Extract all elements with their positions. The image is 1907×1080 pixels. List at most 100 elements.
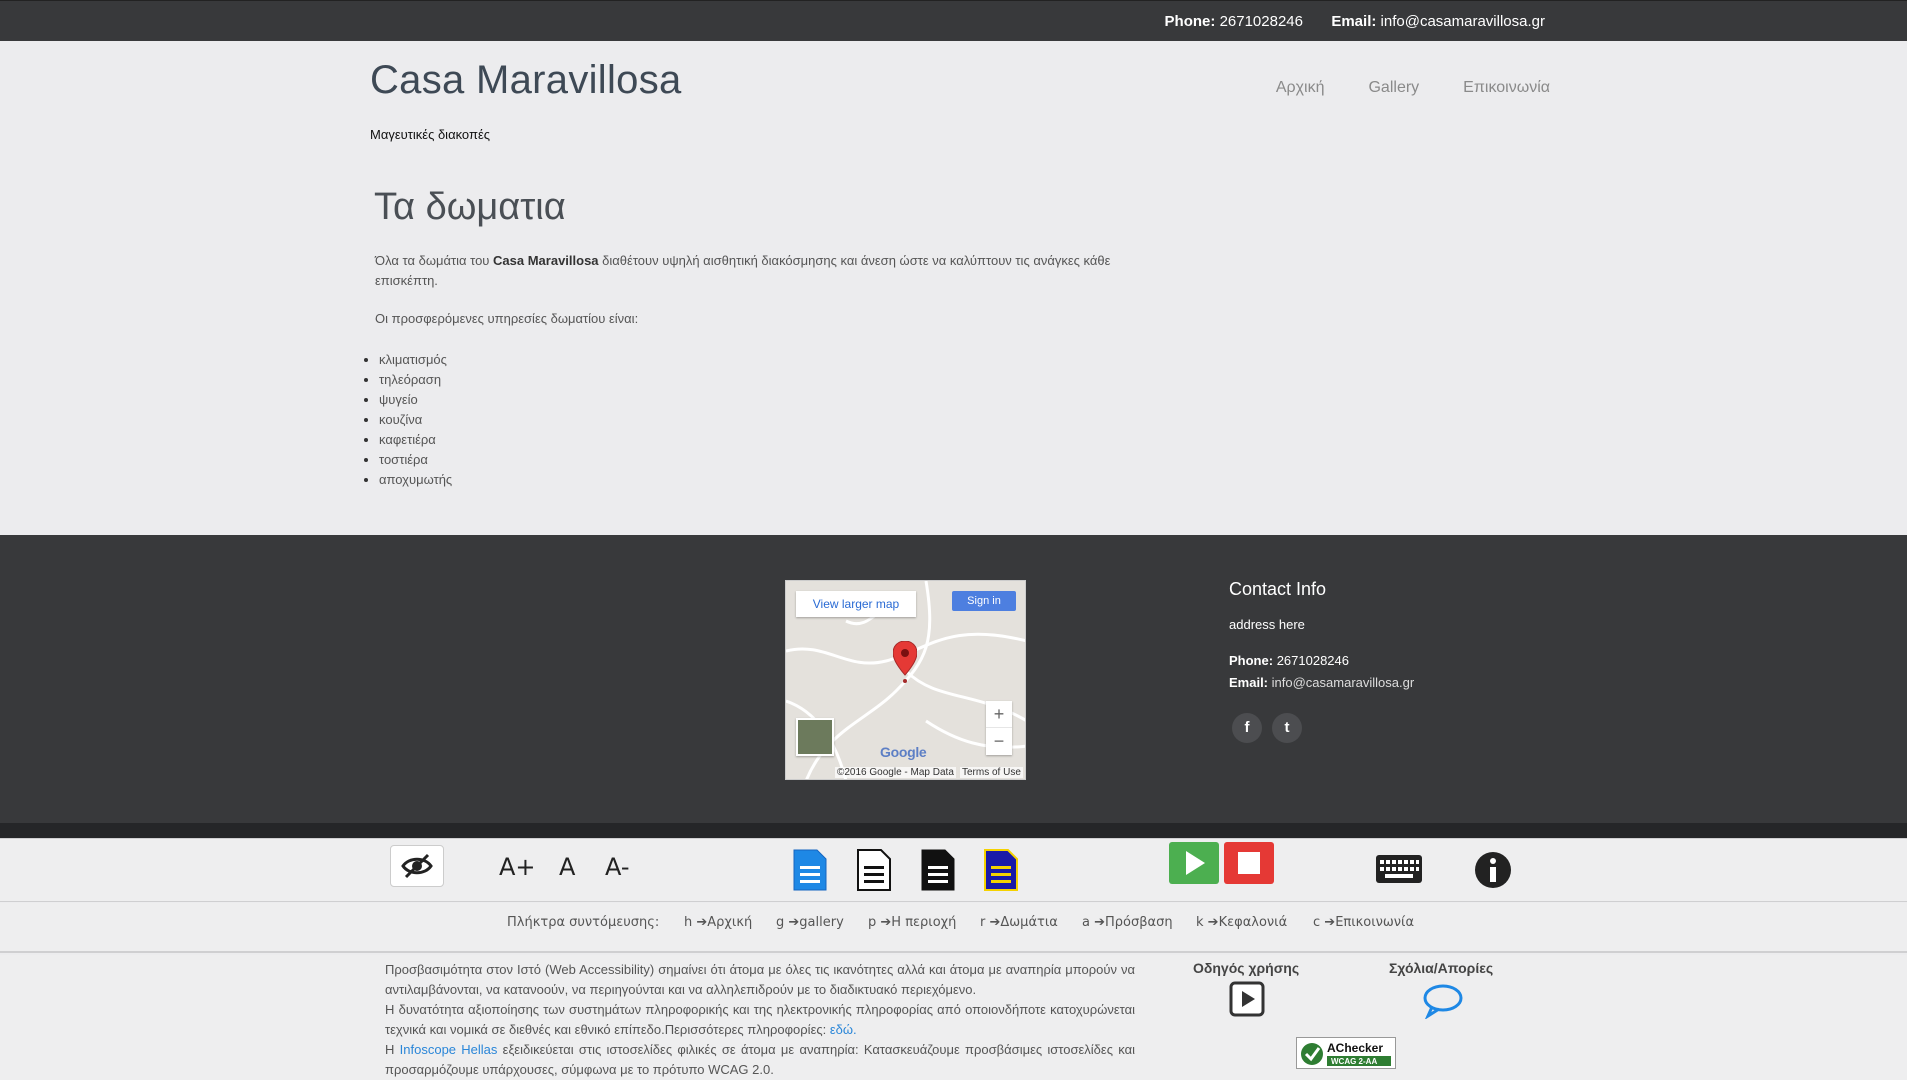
shortcut-home[interactable]: h ➔Αρχική	[684, 915, 752, 930]
info-paragraph-2-text: Η δυνατότητα αξιοποίησης των συστημάτων …	[385, 1002, 1135, 1037]
font-increase-button[interactable]: A+	[499, 853, 536, 881]
shortcut-kefalonia[interactable]: k ➔Κεφαλονιά	[1196, 915, 1287, 930]
intro-brand: Casa Maravillosa	[493, 253, 599, 268]
zoom-in-button[interactable]: +	[986, 701, 1012, 728]
google-logo: Google	[880, 744, 927, 760]
shortcut-target: Επικοινωνία	[1335, 915, 1415, 930]
service-item: αποχυμωτής	[379, 470, 452, 490]
footer-strip	[0, 823, 1907, 838]
stop-speech-button[interactable]	[1224, 842, 1274, 884]
shortcut-label: Πλήκτρα συντόμευσης:	[507, 915, 660, 930]
user-guide-title: Οδηγός χρήσης	[1193, 960, 1300, 976]
shortcut-target: gallery	[799, 915, 844, 930]
zoom-out-button[interactable]: −	[986, 728, 1012, 755]
info-paragraph-3-end: εξειδικεύεται στις ιστοσελίδες φιλικές σ…	[385, 1042, 1135, 1077]
shortcut-target: Αρχική	[707, 915, 753, 930]
accessibility-info: Προσβασιμότητα στον Ιστό (Web Accessibil…	[0, 955, 1907, 1080]
intro-text-start: Όλα τα δωμάτια του	[375, 253, 494, 268]
eye-slash-icon	[401, 853, 433, 879]
map-attribution: ©2016 Google - Map Data	[835, 767, 956, 778]
contact-address: address here	[1229, 617, 1305, 632]
shortcut-key: a	[1082, 915, 1090, 930]
nav-gallery[interactable]: Gallery	[1368, 79, 1419, 97]
user-guide-play-icon[interactable]	[1229, 981, 1265, 1017]
shortcut-rooms[interactable]: r ➔Δωμάτια	[980, 915, 1058, 930]
info-paragraph-3: Η Infoscope Hellas εξειδικεύεται στις ισ…	[385, 1040, 1135, 1080]
contact-email-link[interactable]: info@casamaravillosa.gr	[1272, 675, 1415, 690]
shortcut-target: Η περιοχή	[891, 915, 957, 930]
achecker-logo: AChecker WCAG 2-AA	[1301, 1041, 1391, 1066]
blue-contrast-document-icon[interactable]	[793, 849, 827, 891]
contact-email-label: Email:	[1229, 675, 1269, 690]
map-sign-in-button[interactable]: Sign in	[952, 591, 1016, 611]
achecker-badge[interactable]: AChecker WCAG 2-AA	[1296, 1037, 1396, 1069]
nav-contact[interactable]: Επικοινωνία	[1463, 79, 1550, 97]
info-paragraph-2: Η δυνατότητα αξιοποίησης των συστημάτων …	[385, 1000, 1135, 1040]
services-list: κλιματισμός τηλεόραση ψυγείο κουζίνα καφ…	[379, 350, 452, 490]
play-icon	[1186, 851, 1205, 875]
shortcut-access[interactable]: a ➔Πρόσβαση	[1082, 915, 1173, 930]
contact-phone-label: Phone:	[1229, 653, 1274, 668]
facebook-icon[interactable]: f	[1232, 713, 1262, 743]
info-icon[interactable]	[1474, 851, 1512, 889]
site-title[interactable]: Casa Maravillosa	[370, 58, 682, 103]
keyboard-icon[interactable]	[1375, 854, 1423, 884]
infoscope-link[interactable]: Infoscope Hellas	[400, 1042, 498, 1057]
service-item: κουζίνα	[379, 410, 452, 430]
accessibility-info-text: Προσβασιμότητα στον Ιστό (Web Accessibil…	[385, 960, 1135, 1080]
contact-phone-value: 2671028246	[1276, 653, 1349, 668]
info-paragraph-3-start: Η	[385, 1042, 400, 1057]
service-item: τηλεόραση	[379, 370, 452, 390]
site-tagline: Μαγευτικές διακοπές	[370, 127, 491, 142]
satellite-toggle[interactable]	[796, 718, 834, 756]
shortcut-key: p	[868, 915, 877, 930]
top-contact: Phone: 2671028246 Email: info@casamaravi…	[1165, 13, 1545, 30]
font-reset-button[interactable]: A	[559, 853, 575, 881]
top-phone-label: Phone:	[1164, 13, 1216, 30]
embedded-map[interactable]: View larger map Sign in + − Google ©2016…	[785, 580, 1026, 780]
shortcut-key: g	[776, 915, 785, 930]
top-phone: 2671028246	[1219, 13, 1303, 30]
shortcut-key: k	[1196, 915, 1204, 930]
service-item: κλιματισμός	[379, 350, 452, 370]
map-zoom-control: + −	[986, 701, 1012, 755]
speech-bubble-icon[interactable]	[1422, 983, 1464, 1019]
view-larger-map-link[interactable]: View larger map	[796, 591, 916, 617]
main-nav: Αρχική Gallery Επικοινωνία	[1232, 79, 1550, 97]
font-decrease-button[interactable]: A-	[605, 853, 630, 881]
map-pin-icon[interactable]	[893, 641, 917, 683]
service-item: καφετιέρα	[379, 430, 452, 450]
achecker-subtitle: WCAG 2-AA	[1331, 1057, 1377, 1066]
shortcut-target: Κεφαλονιά	[1218, 915, 1288, 930]
shortcut-target: Δωμάτια	[1000, 915, 1058, 930]
nav-home[interactable]: Αρχική	[1276, 79, 1325, 97]
shortcut-area[interactable]: p ➔Η περιοχή	[868, 915, 956, 930]
shortcut-key: r	[980, 915, 986, 930]
top-contact-bar: Phone: 2671028246 Email: info@casamaravi…	[0, 0, 1907, 41]
contact-email: Email: info@casamaravillosa.gr	[1229, 675, 1414, 690]
shortcut-keys-bar: Πλήκτρα συντόμευσης: h ➔Αρχική g ➔galler…	[0, 903, 1907, 953]
default-contrast-document-icon[interactable]	[857, 849, 891, 891]
service-item: τοστιέρα	[379, 450, 452, 470]
achecker-title: AChecker	[1327, 1041, 1383, 1055]
shortcut-gallery[interactable]: g ➔gallery	[776, 915, 844, 930]
info-paragraph-1: Προσβασιμότητα στον Ιστό (Web Accessibil…	[385, 962, 1135, 997]
map-terms-link[interactable]: Terms of Use	[960, 767, 1023, 778]
shortcut-contact[interactable]: c ➔Επικοινωνία	[1313, 915, 1414, 930]
services-intro: Οι προσφερόμενες υπηρεσίες δωματίου είνα…	[375, 311, 639, 326]
contact-info-title: Contact Info	[1229, 579, 1327, 599]
shortcut-key: c	[1313, 915, 1321, 930]
shortcut-target: Πρόσβαση	[1105, 915, 1173, 930]
hide-visuals-button[interactable]	[390, 845, 444, 887]
service-item: ψυγείο	[379, 390, 452, 410]
more-info-link[interactable]: εδώ.	[830, 1022, 857, 1037]
top-email[interactable]: info@casamaravillosa.gr	[1381, 13, 1545, 30]
play-speech-button[interactable]	[1169, 842, 1219, 884]
contact-phone: Phone: 2671028246	[1229, 653, 1349, 668]
yellow-blue-contrast-document-icon[interactable]	[984, 849, 1018, 891]
stop-icon	[1238, 852, 1260, 874]
dark-contrast-document-icon[interactable]	[921, 849, 955, 891]
twitter-icon[interactable]: t	[1272, 713, 1302, 743]
page-title: Τα δωματια	[374, 186, 566, 228]
top-email-label: Email:	[1331, 13, 1377, 30]
